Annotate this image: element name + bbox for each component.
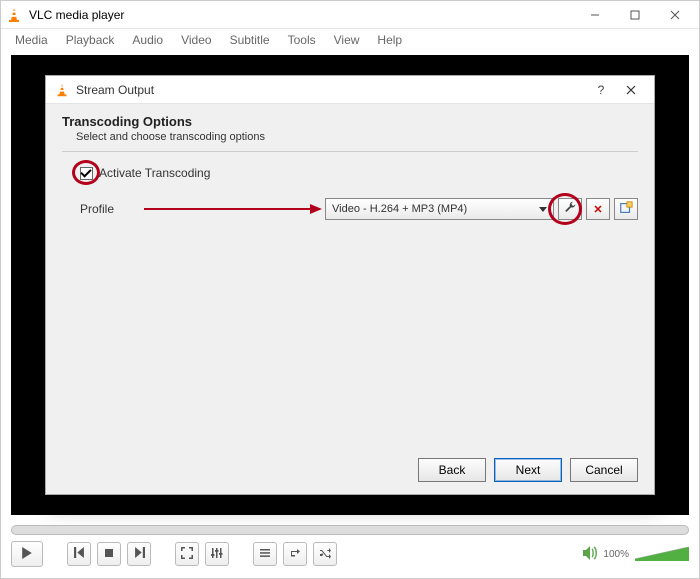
main-titlebar: VLC media player bbox=[1, 1, 699, 29]
sliders-icon bbox=[211, 547, 223, 562]
menubar: Media Playback Audio Video Subtitle Tool… bbox=[1, 29, 699, 51]
main-window-title: VLC media player bbox=[29, 8, 575, 22]
shuffle-button[interactable] bbox=[313, 542, 337, 566]
loop-button[interactable] bbox=[283, 542, 307, 566]
vlc-cone-icon bbox=[5, 6, 23, 24]
menu-media[interactable]: Media bbox=[7, 31, 56, 49]
window-buttons bbox=[575, 2, 695, 28]
video-area: Stream Output ? Transcoding Options Sele… bbox=[11, 55, 689, 515]
previous-icon bbox=[74, 547, 85, 561]
x-icon: ✕ bbox=[593, 203, 602, 216]
profile-label: Profile bbox=[80, 202, 140, 216]
back-button[interactable]: Back bbox=[418, 458, 486, 482]
section-title: Transcoding Options bbox=[62, 114, 638, 129]
playlist-icon bbox=[259, 547, 271, 562]
volume-slider[interactable] bbox=[635, 547, 689, 561]
fullscreen-button[interactable] bbox=[175, 542, 199, 566]
maximize-button[interactable] bbox=[615, 2, 655, 28]
dialog-close-button[interactable] bbox=[616, 77, 646, 103]
fullscreen-icon bbox=[181, 547, 193, 562]
menu-playback[interactable]: Playback bbox=[58, 31, 123, 49]
menu-view[interactable]: View bbox=[326, 31, 368, 49]
dialog-footer: Back Next Cancel bbox=[418, 458, 638, 482]
stop-icon bbox=[104, 547, 114, 561]
dialog-titlebar: Stream Output ? bbox=[46, 76, 654, 104]
new-profile-icon bbox=[619, 201, 633, 218]
dialog-title: Stream Output bbox=[76, 83, 586, 97]
mute-button[interactable] bbox=[583, 542, 599, 566]
profile-row: Profile Video - H.264 + MP3 (MP4) bbox=[80, 198, 638, 220]
next-button[interactable]: Next bbox=[494, 458, 562, 482]
dialog-body: Transcoding Options Select and choose tr… bbox=[46, 104, 654, 230]
profile-select[interactable]: Video - H.264 + MP3 (MP4) bbox=[325, 198, 554, 220]
cancel-button[interactable]: Cancel bbox=[570, 458, 638, 482]
volume-section: 100% bbox=[583, 542, 689, 566]
chevron-down-icon bbox=[539, 207, 547, 212]
edit-profile-button[interactable] bbox=[558, 198, 582, 220]
next-track-button[interactable] bbox=[127, 542, 151, 566]
wrench-icon bbox=[564, 201, 577, 217]
section-subtitle: Select and choose transcoding options bbox=[76, 131, 638, 143]
seek-bar[interactable] bbox=[11, 525, 689, 535]
menu-video[interactable]: Video bbox=[173, 31, 219, 49]
shuffle-icon bbox=[319, 547, 331, 562]
vlc-cone-icon bbox=[54, 82, 70, 98]
speaker-icon bbox=[583, 546, 599, 563]
playback-controls: 100% bbox=[1, 521, 699, 575]
delete-profile-button[interactable]: ✕ bbox=[586, 198, 610, 220]
menu-tools[interactable]: Tools bbox=[280, 31, 324, 49]
minimize-button[interactable] bbox=[575, 2, 615, 28]
volume-text: 100% bbox=[603, 549, 629, 560]
loop-icon bbox=[289, 547, 301, 562]
activate-transcoding-row: Activate Transcoding bbox=[80, 166, 638, 180]
extended-settings-button[interactable] bbox=[205, 542, 229, 566]
previous-button[interactable] bbox=[67, 542, 91, 566]
new-profile-button[interactable] bbox=[614, 198, 638, 220]
menu-subtitle[interactable]: Subtitle bbox=[222, 31, 278, 49]
close-button[interactable] bbox=[655, 2, 695, 28]
playlist-button[interactable] bbox=[253, 542, 277, 566]
play-icon bbox=[21, 547, 33, 562]
separator bbox=[62, 151, 638, 152]
stop-button[interactable] bbox=[97, 542, 121, 566]
menu-help[interactable]: Help bbox=[369, 31, 410, 49]
annotation-arrow bbox=[140, 199, 325, 219]
play-button[interactable] bbox=[11, 541, 43, 567]
profile-selected-value: Video - H.264 + MP3 (MP4) bbox=[332, 203, 467, 215]
activate-transcoding-checkbox[interactable] bbox=[80, 167, 93, 180]
dialog-help-button[interactable]: ? bbox=[586, 77, 616, 103]
activate-transcoding-label: Activate Transcoding bbox=[99, 166, 210, 180]
next-icon bbox=[134, 547, 145, 561]
menu-audio[interactable]: Audio bbox=[124, 31, 171, 49]
stream-output-dialog: Stream Output ? Transcoding Options Sele… bbox=[45, 75, 655, 495]
